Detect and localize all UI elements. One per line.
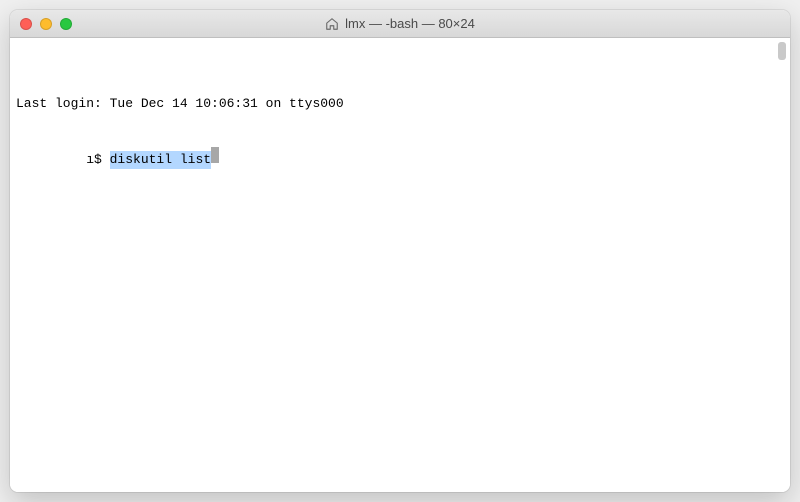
- terminal-window: lmx — -bash — 80×24 Last login: Tue Dec …: [10, 10, 790, 492]
- command-text[interactable]: diskutil list: [110, 151, 211, 169]
- window-title-wrap: lmx — -bash — 80×24: [10, 16, 790, 31]
- titlebar[interactable]: lmx — -bash — 80×24: [10, 10, 790, 38]
- minimize-icon[interactable]: [40, 18, 52, 30]
- prompt-line: ı$ diskutil list: [16, 147, 784, 169]
- zoom-icon[interactable]: [60, 18, 72, 30]
- last-login-line: Last login: Tue Dec 14 10:06:31 on ttys0…: [16, 95, 784, 113]
- cursor-icon: [211, 147, 219, 163]
- window-title: lmx — -bash — 80×24: [345, 16, 475, 31]
- home-icon: [325, 17, 339, 31]
- terminal-body[interactable]: Last login: Tue Dec 14 10:06:31 on ttys0…: [10, 38, 790, 492]
- scrollbar-thumb[interactable]: [778, 42, 786, 60]
- traffic-lights: [10, 18, 72, 30]
- prompt-prefix: ı$: [16, 151, 110, 169]
- close-icon[interactable]: [20, 18, 32, 30]
